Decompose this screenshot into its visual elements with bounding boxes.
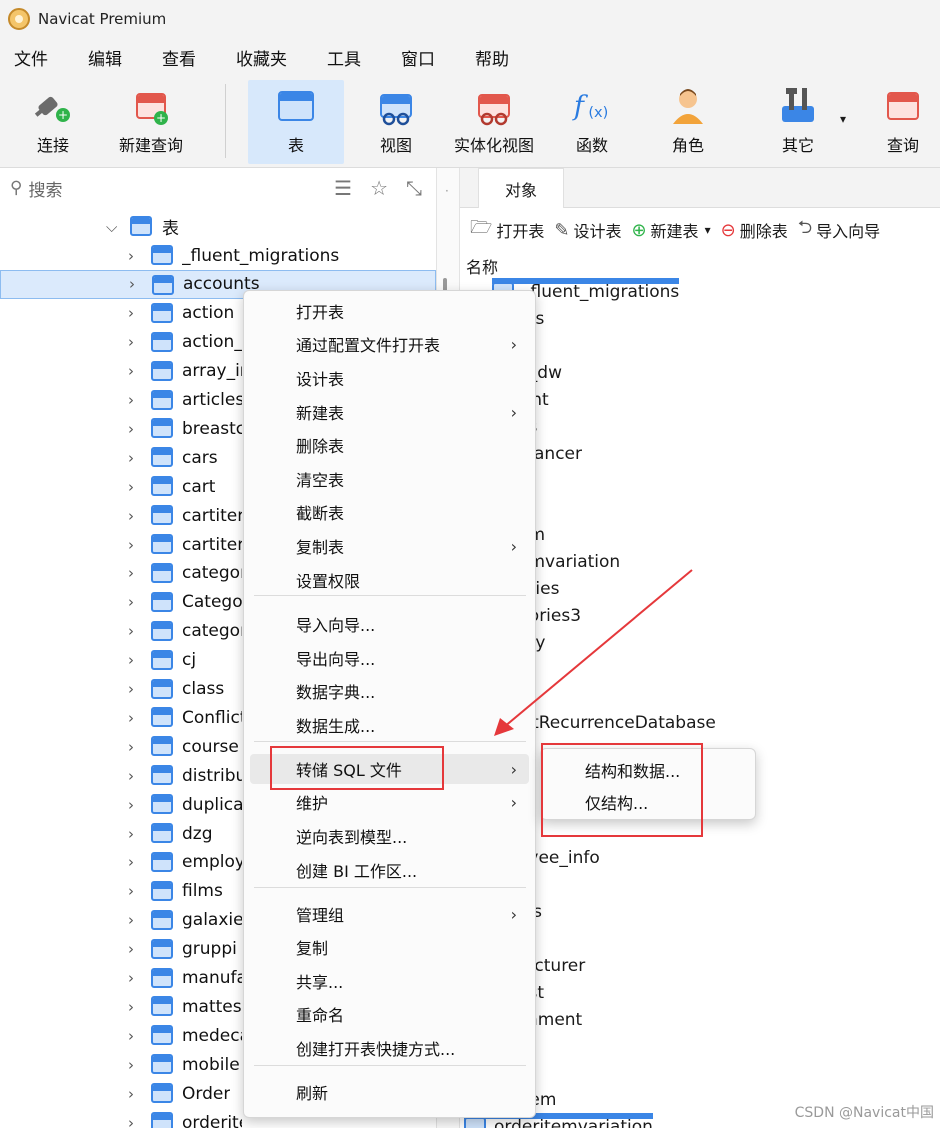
watermark: CSDN @Navicat中国 [794, 1105, 934, 1121]
annotation-arrow [494, 569, 693, 736]
